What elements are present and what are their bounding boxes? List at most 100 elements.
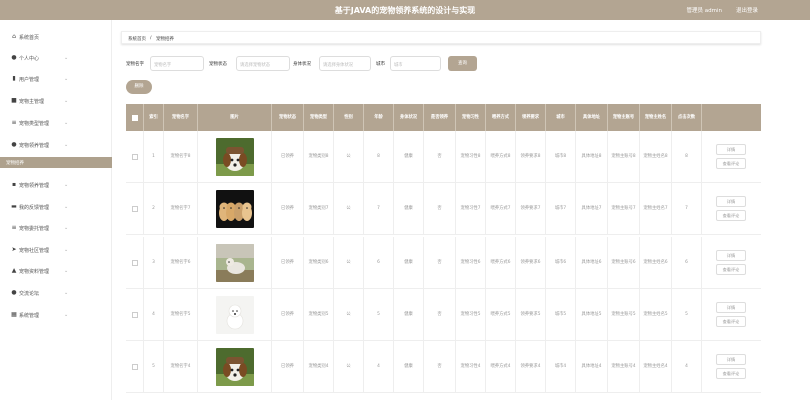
- table-header-cell: 具体地址: [576, 104, 608, 131]
- sidebar: 宠物招养 ⌂ 系统首页 ● 个人中心 ⌄ ▮ 用户管理 ⌄ ■ 宠物主管理 ⌄ ≡ 宠物类型管理 ⌄ ● 宠物…: [0, 20, 112, 400]
- view-comments-button[interactable]: 查看评论: [716, 316, 746, 327]
- view-comments-button[interactable]: 查看评论: [716, 368, 746, 379]
- bar-chart-icon: ▮: [12, 75, 16, 82]
- sidebar-item[interactable]: ■ 宠物主管理 ⌄: [0, 94, 112, 108]
- health-select[interactable]: 请选择身体状况: [319, 56, 371, 71]
- sidebar-item-label: 宠物社区管理: [19, 248, 50, 254]
- table-cell: 喂养方式8: [486, 131, 516, 183]
- pet-image-cell: [198, 237, 272, 289]
- row-checkbox[interactable]: [131, 260, 138, 266]
- actions-cell: 详情 查看评论: [702, 289, 761, 341]
- table-cell: 宠物主账号8: [608, 131, 640, 183]
- table-cell: 5: [364, 289, 394, 341]
- row-checkbox[interactable]: [131, 206, 138, 212]
- table-cell: 宠物名字4: [164, 341, 198, 393]
- current-user[interactable]: 管理员 admin: [687, 6, 722, 14]
- location-icon: ●: [11, 289, 17, 296]
- sidebar-item[interactable]: ≡ 宠物委托管理 ⌄: [0, 221, 112, 235]
- table-header-cell: 点击次数: [672, 104, 702, 131]
- table-header-cell: 宠物主账号: [608, 104, 640, 131]
- table-header-cell: 宠物状态: [272, 104, 304, 131]
- grid-icon: ▪: [11, 181, 17, 188]
- table-cell: 公: [334, 289, 364, 341]
- table-row: 3 宠物名字6 已领养 宠物类别6 公 6 健康否宠物习性6 喂养方式6 领养要求6 城市6 具体地…: [126, 237, 761, 289]
- table-cell: 宠物类别8: [304, 131, 334, 183]
- sidebar-item[interactable]: ≡ 宠物类型管理 ⌄: [0, 116, 112, 130]
- paw-icon: ●: [11, 141, 17, 148]
- table-row: 4 宠物名字5 已领养 宠物类别5 公 5 健康否宠物习性5 喂养方式5 领养要求5 城市5 具体地…: [126, 289, 761, 341]
- table-cell: 8: [364, 131, 394, 183]
- chevron-down-icon: ⌄: [64, 55, 69, 61]
- table-header-cell: 领养要求: [516, 104, 546, 131]
- sidebar-item[interactable]: ▪ 宠物领养管理 ⌄: [0, 178, 112, 192]
- sidebar-item-label: 宠物主管理: [19, 99, 45, 105]
- row-checkbox[interactable]: [131, 312, 138, 318]
- table-cell: 宠物名字7: [164, 183, 198, 235]
- table-header-cell: 性别: [334, 104, 364, 131]
- table-cell: 领养要求5: [516, 289, 546, 341]
- row-checkbox[interactable]: [131, 364, 138, 370]
- pet-image-cell: [198, 289, 272, 341]
- table-cell: 健康: [394, 341, 424, 393]
- table-cell: 公: [334, 131, 364, 183]
- view-comments-button[interactable]: 查看评论: [716, 158, 746, 169]
- delete-button[interactable]: 删除: [126, 80, 152, 94]
- table-header: 索引 宠物名字 图片 宠物状态 宠物类型 性别 年龄 身体状况 是否领养 宠物习性 喂养方式 领养要求…: [126, 104, 761, 131]
- logout-link[interactable]: 退出登录: [736, 6, 758, 14]
- table-cell: [126, 131, 144, 183]
- sidebar-subitem-active[interactable]: 宠物招养: [0, 157, 112, 168]
- settings-icon: ▦: [11, 311, 17, 318]
- sidebar-item[interactable]: ● 宠物领养管理 ⌄: [0, 138, 112, 152]
- row-checkbox[interactable]: [131, 154, 138, 160]
- sidebar-item[interactable]: ➤ 宠物社区管理 ⌄: [0, 243, 112, 257]
- table-cell: 4: [364, 341, 394, 393]
- table-header-cell[interactable]: [126, 104, 144, 131]
- table-header-cell: 身体状况: [394, 104, 424, 131]
- table-row: 1 宠物名字8 已领养 宠物类别8 公 8 健康否宠物习性8 喂养方式8 领养要求8 城市8 具体地…: [126, 131, 761, 183]
- detail-button[interactable]: 详情: [716, 144, 746, 155]
- table-cell: 3: [144, 237, 164, 289]
- city-input[interactable]: 城市: [390, 56, 441, 71]
- sidebar-item[interactable]: ▬ 我的反馈管理 ⌄: [0, 200, 112, 214]
- table-cell: 否: [424, 131, 456, 183]
- table-cell: 公: [334, 237, 364, 289]
- pet-photo[interactable]: [215, 296, 254, 334]
- table-cell: 宠物主姓名6: [640, 237, 672, 289]
- table-cell: 宠物名字5: [164, 289, 198, 341]
- name-input[interactable]: 宠物名字: [150, 56, 204, 71]
- sidebar-item-label: 宠物类型管理: [19, 121, 50, 127]
- message-icon: ▬: [11, 203, 17, 210]
- table-cell: 健康: [394, 237, 424, 289]
- sidebar-item[interactable]: ● 个人中心 ⌄: [0, 51, 112, 65]
- detail-button[interactable]: 详情: [716, 196, 746, 207]
- view-comments-button[interactable]: 查看评论: [716, 264, 746, 275]
- sidebar-subitem-label: 宠物招养: [6, 161, 24, 166]
- pet-photo[interactable]: [215, 190, 254, 228]
- table-header-cell: 宠物主姓名: [640, 104, 672, 131]
- sidebar-item[interactable]: ⌂ 系统首页: [0, 30, 112, 44]
- pet-photo[interactable]: [215, 348, 254, 386]
- chevron-down-icon: ⌄: [64, 225, 69, 231]
- detail-button[interactable]: 详情: [716, 250, 746, 261]
- sidebar-item[interactable]: ▦ 系统管理 ⌄: [0, 308, 112, 322]
- search-button[interactable]: 查询: [448, 56, 477, 71]
- pet-photo[interactable]: [215, 138, 254, 176]
- status-select[interactable]: 请选择宠物状态: [236, 56, 290, 71]
- actions-cell: 详情 查看评论: [702, 131, 761, 183]
- detail-button[interactable]: 详情: [716, 354, 746, 365]
- chevron-down-icon: ⌄: [64, 142, 69, 148]
- table-cell: 宠物习性6: [456, 237, 486, 289]
- actions-cell: 详情 查看评论: [702, 237, 761, 289]
- pet-photo[interactable]: [215, 244, 254, 282]
- table-cell: 宠物主姓名7: [640, 183, 672, 235]
- view-comments-button[interactable]: 查看评论: [716, 210, 746, 221]
- detail-button[interactable]: 详情: [716, 302, 746, 313]
- breadcrumb-home[interactable]: 系统首页: [128, 36, 146, 42]
- table-header-cell: 城市: [546, 104, 576, 131]
- sidebar-item[interactable]: ▮ 用户管理 ⌄: [0, 72, 112, 86]
- table-cell: 具体地址6: [576, 237, 608, 289]
- sidebar-item[interactable]: ▲ 宠物资料管理 ⌄: [0, 264, 112, 278]
- sidebar-item[interactable]: ● 交流论坛 ⌄: [0, 286, 112, 300]
- select-all-checkbox[interactable]: [131, 114, 138, 121]
- table-cell: 公: [334, 341, 364, 393]
